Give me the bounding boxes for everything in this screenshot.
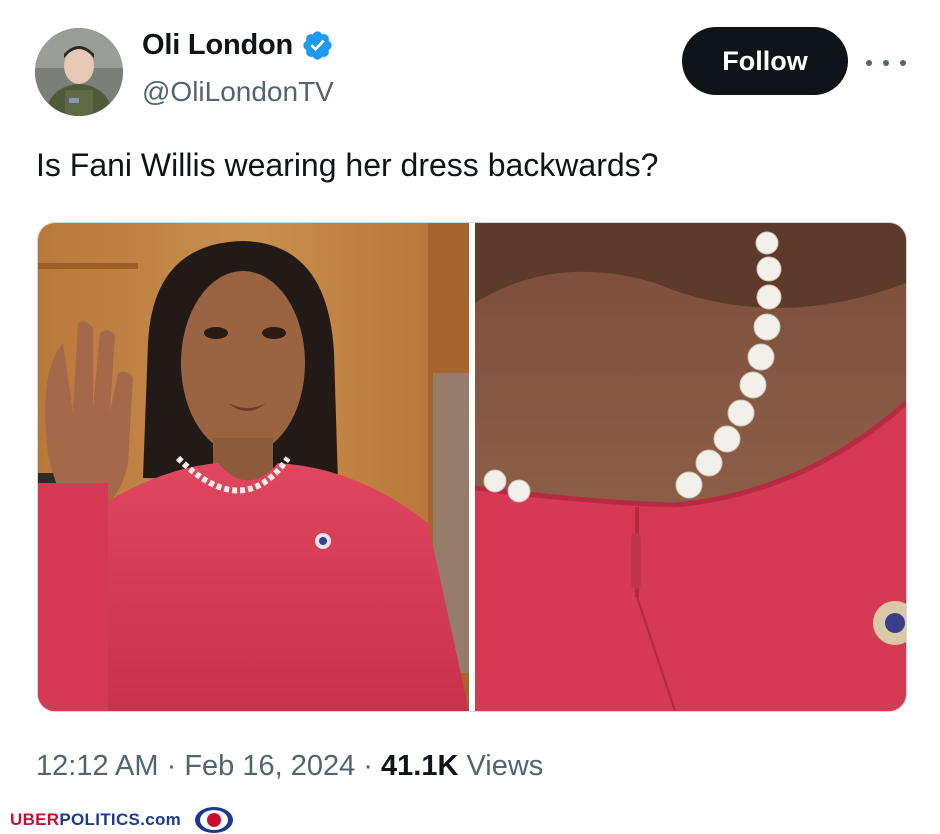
more-dot bbox=[900, 60, 906, 66]
media-photo-2[interactable] bbox=[474, 223, 906, 711]
watermark-brand-second: POLITICS.com bbox=[59, 810, 182, 829]
media-photo-1[interactable] bbox=[38, 223, 469, 711]
tweet-text: Is Fani Willis wearing her dress backwar… bbox=[36, 147, 659, 183]
tweet-date[interactable]: Feb 16, 2024 bbox=[184, 750, 355, 783]
follow-button[interactable]: Follow bbox=[682, 27, 848, 95]
author-name-row: Oli London bbox=[142, 29, 334, 62]
avatar[interactable] bbox=[35, 28, 123, 116]
tweet-meta: 12:12 AM · Feb 16, 2024 · 41.1K Views bbox=[36, 750, 543, 783]
user-handle[interactable]: @OliLondonTV bbox=[142, 76, 334, 108]
watermark-brand-first: UBER bbox=[10, 810, 60, 829]
tweet-time[interactable]: 12:12 AM bbox=[36, 750, 159, 783]
display-name[interactable]: Oli London bbox=[142, 29, 293, 62]
views-label: Views bbox=[458, 750, 544, 782]
tweet-media[interactable] bbox=[37, 222, 907, 712]
meta-separator: · bbox=[158, 750, 185, 782]
lion-crest-logo-icon bbox=[195, 807, 234, 833]
verified-badge-icon bbox=[303, 31, 332, 60]
meta-separator: · bbox=[355, 750, 382, 782]
views-count: 41.1K bbox=[381, 750, 459, 782]
more-dot bbox=[866, 60, 872, 66]
more-dot bbox=[883, 60, 889, 66]
watermark-text: UBERPOLITICS.com bbox=[10, 810, 181, 830]
watermark: UBERPOLITICS.com bbox=[10, 806, 235, 834]
more-options-icon[interactable] bbox=[866, 48, 906, 78]
